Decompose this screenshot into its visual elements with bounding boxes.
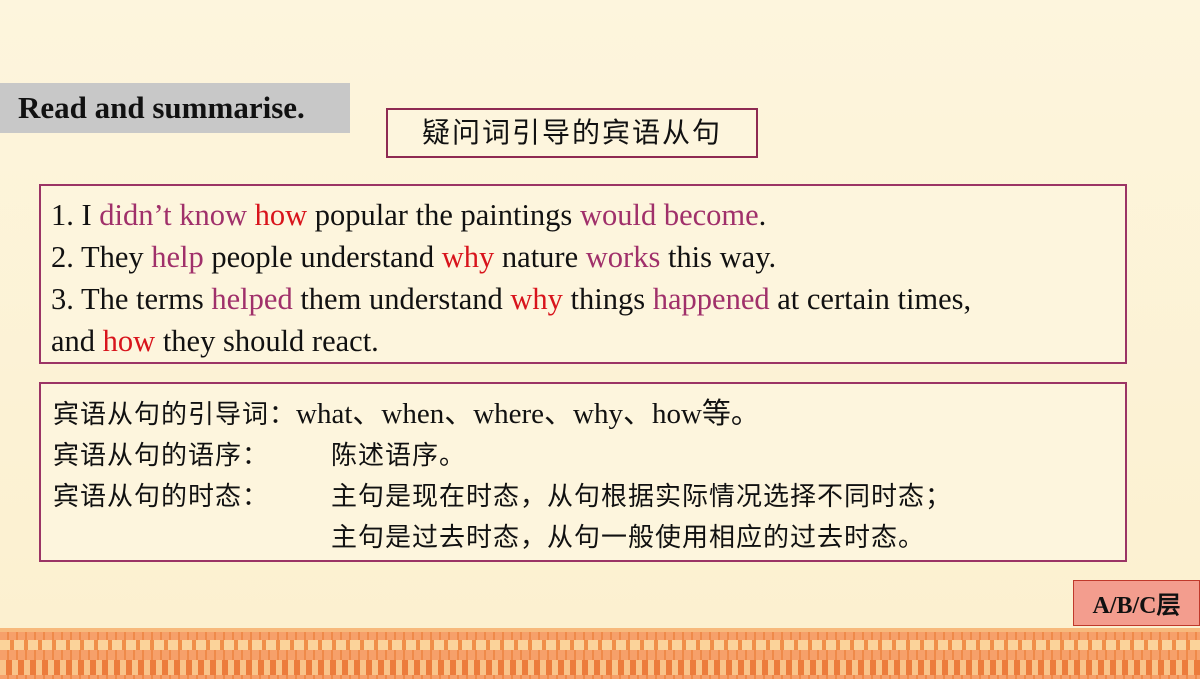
verb-highlight: help [151,240,204,274]
sentence-text [247,198,255,232]
rule-tense-continued: 主句是过去时态，从句一般使用相应的过去时态。 [53,518,1125,559]
sentence-text: them understand [292,282,511,316]
grammar-rules-box: 宾语从句的引导词：what、when、where、why、how等。 宾语从句的… [39,382,1127,562]
rule-tense: 宾语从句的时态： 主句是现在时态，从句根据实际情况选择不同时态； [53,477,1125,518]
rule-label: 宾语从句的语序： [53,441,270,471]
level-badge[interactable]: A/B/C层 [1073,580,1200,626]
conjunction-highlight: why [441,240,495,274]
verb-highlight: happened [652,282,770,316]
sentence-text: nature [494,240,586,274]
conjunction-highlight: how [102,324,156,358]
rule-label: 宾语从句的引导词： [53,400,297,430]
verb-highlight: didn’t know [99,198,248,232]
sentence-text: . [758,198,767,232]
sentence-text: they should react. [155,324,379,358]
sentence-text: popular the paintings [307,198,580,232]
rule-word-order: 宾语从句的语序： 陈述语序。 [53,436,1125,477]
sentence-text: and [51,324,103,358]
sentence-text: this way. [660,240,777,274]
example-sentences-box: 1. I didn’t know how popular the paintin… [39,184,1127,364]
rule-value: 陈述语序。 [331,441,467,471]
decorative-footer-band [0,628,1200,679]
conjunction-highlight: why [510,282,563,316]
example-sentence-3: 3. The terms helped them understand why … [51,278,1125,320]
conjunction-highlight: how [254,198,308,232]
sentence-number: 3. The terms [51,282,212,316]
rule-value: what、when、where、why、how等。 [296,398,760,430]
rule-label: 宾语从句的时态： [53,482,270,512]
rule-value: 主句是现在时态，从句根据实际情况选择不同时态； [331,482,953,512]
rule-value: 主句是过去时态，从句一般使用相应的过去时态。 [331,523,926,553]
topic-title: 疑问词引导的宾语从句 [386,108,758,158]
rule-connectives: 宾语从句的引导词：what、when、where、why、how等。 [53,394,1125,436]
verb-highlight: would become [579,198,759,232]
sentence-text: at certain times, [769,282,972,316]
verb-highlight: works [585,240,661,274]
example-sentence-2: 2. They help people understand why natur… [51,236,1125,278]
section-label: Read and summarise. [0,83,350,133]
example-sentence-3-continued: and how they should react. [51,320,1125,362]
sentence-number: 2. They [51,240,152,274]
sentence-text: things [562,282,653,316]
sentence-number: 1. I [51,198,100,232]
sentence-text: people understand [203,240,442,274]
verb-highlight: helped [211,282,293,316]
example-sentence-1: 1. I didn’t know how popular the paintin… [51,194,1125,236]
